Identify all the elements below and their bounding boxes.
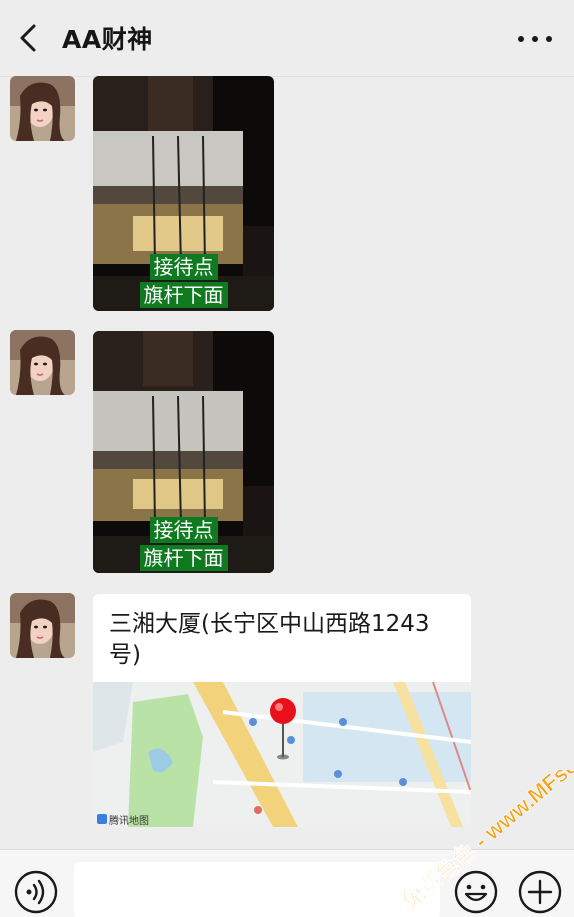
caption-line: 接待点 (149, 254, 218, 280)
avatar[interactable] (10, 76, 75, 141)
image-message[interactable]: 接待点 旗杆下面 (93, 331, 274, 573)
location-map[interactable]: 腾讯地图 (93, 681, 471, 827)
chat-input-bar (0, 849, 574, 917)
image-caption: 接待点 旗杆下面 (93, 516, 274, 572)
chat-title: AA财神 (62, 25, 153, 54)
avatar[interactable] (10, 330, 75, 395)
map-pin-icon (270, 698, 296, 760)
plus-icon[interactable] (518, 870, 562, 914)
emoji-icon[interactable] (454, 870, 498, 914)
chevron-left-icon[interactable] (14, 22, 44, 54)
chat-header: AA财神 (0, 0, 574, 77)
caption-line: 旗杆下面 (139, 545, 228, 571)
map-attribution: 腾讯地图 (109, 816, 149, 827)
location-message[interactable]: 三湘大厦(长宁区中山西路1243号) 腾讯地图 (93, 594, 471, 827)
image-message[interactable]: 接待点 旗杆下面 (93, 76, 274, 311)
image-caption: 接待点 旗杆下面 (93, 253, 274, 309)
message-input[interactable] (74, 862, 440, 917)
caption-line: 接待点 (149, 517, 218, 543)
more-dots-icon[interactable] (518, 24, 552, 54)
caption-line: 旗杆下面 (139, 282, 228, 308)
avatar[interactable] (10, 593, 75, 658)
location-title: 三湘大厦(长宁区中山西路1243号) (109, 611, 430, 668)
voice-icon[interactable] (14, 870, 58, 914)
